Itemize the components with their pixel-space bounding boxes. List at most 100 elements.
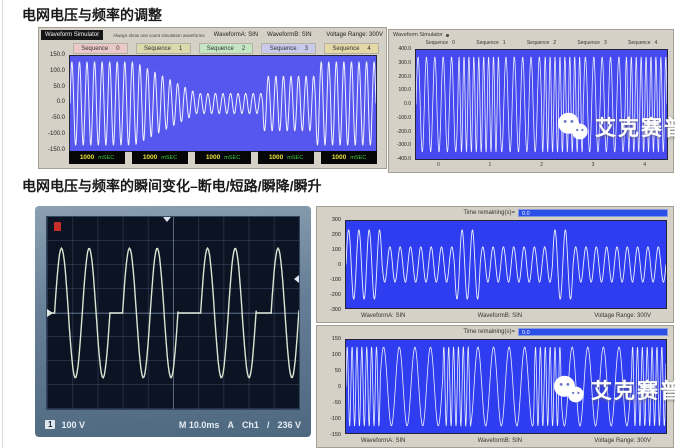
- trigger-readout-group: M 10.0ms A Ch1 / 236 V: [179, 420, 301, 430]
- y-tick: -200.0: [397, 129, 411, 135]
- panel-footer: WaveformA: SIN WaveformB: SIN Voltage Ra…: [345, 436, 667, 446]
- y-tick: 150: [332, 336, 341, 342]
- sequence-number: 4: [367, 46, 370, 52]
- sequence-label: Sequence: [476, 40, 499, 48]
- y-tick: -150: [330, 432, 341, 438]
- sequence-label: Sequence: [426, 40, 449, 48]
- waveform-b-readout: WaveformB: SIN: [478, 438, 522, 444]
- scope-status-bar: 1 100 V M 10.0ms A Ch1 / 236 V: [45, 417, 301, 432]
- sequence-chip-4[interactable]: Sequence 4: [628, 40, 657, 48]
- sequence-label: Sequence: [577, 40, 600, 48]
- sequence-chip-row: Sequence 0 Sequence 1 Sequence 2 Sequenc…: [73, 43, 379, 54]
- sequence-label: Sequence: [332, 46, 359, 52]
- sequence-chip-1[interactable]: Sequence 1: [136, 43, 191, 54]
- waveform-a-readout: WaveformA: SIN: [361, 313, 405, 319]
- sequence-label: Sequence: [144, 46, 171, 52]
- y-tick: -100: [330, 277, 341, 283]
- screenshot-waveform-simulator-right: Waveform Simulator Sequence 0 Sequence 1…: [388, 29, 674, 173]
- sequence-label: Sequence: [527, 40, 550, 48]
- heading-transient-changes: 电网电压与频率的瞬间变化–断电/短路/瞬降/瞬升: [22, 176, 321, 196]
- simulator-title: Waveform Simulator: [393, 32, 449, 38]
- sequence-label-row: Sequence 0 Sequence 1 Sequence 2 Sequenc…: [415, 40, 668, 48]
- y-tick: 300.0: [398, 60, 411, 66]
- time-unit: mSEC: [224, 155, 240, 161]
- time-value: 1000: [332, 154, 346, 161]
- y-tick: 100: [332, 352, 341, 358]
- channel-badge: 1: [45, 420, 55, 429]
- y-tick: -300.0: [397, 142, 411, 148]
- app-title-badge: Waveform Simulator: [41, 30, 103, 40]
- y-tick: -400.0: [397, 156, 411, 162]
- y-tick: 200: [332, 232, 341, 238]
- watermark-text: 艾克赛普: [595, 112, 675, 142]
- trigger-level-readout: 236 V: [277, 420, 301, 430]
- trigger-source: Ch1: [242, 420, 259, 430]
- y-tick: 100.0: [50, 68, 65, 74]
- sequence-chip-2[interactable]: Sequence 2: [527, 40, 556, 48]
- article-page: 电网电压与频率的调整 Waveform Simulator Always sho…: [0, 0, 675, 448]
- sequence-time-box-2[interactable]: 1000 mSEC: [195, 151, 251, 164]
- x-tick: 0: [437, 162, 440, 170]
- oscilloscope-photo: 1 100 V M 10.0ms A Ch1 / 236 V: [35, 206, 311, 437]
- page-left-border: [2, 0, 3, 448]
- acquisition-mode: A: [227, 420, 234, 430]
- panel-footer: WaveformA: SIN WaveformB: SIN Voltage Ra…: [345, 311, 667, 321]
- time-remaining-label: Time remaining(s)=: [463, 329, 515, 335]
- sequence-time-box-3[interactable]: 1000 mSEC: [258, 151, 314, 164]
- waveform-b-readout: WaveformB: SIN: [267, 32, 311, 38]
- simulator-header: Waveform Simulator Always show one count…: [41, 29, 383, 41]
- simulator-subtitle: Always show one count simulation wavefor…: [113, 33, 205, 38]
- sequence-chip-1[interactable]: Sequence 1: [476, 40, 505, 48]
- time-unit: mSEC: [287, 155, 303, 161]
- y-axis-ticks: 300 200 100 0 -100 -200 -300: [319, 217, 343, 313]
- wechat-icon: [556, 112, 590, 142]
- time-unit: mSEC: [350, 155, 366, 161]
- y-tick: -100: [330, 416, 341, 422]
- sequence-time-box-0[interactable]: 1000 mSEC: [69, 151, 125, 164]
- y-axis-ticks: 400.0 300.0 200.0 100.0 0.0 -100.0 -200.…: [391, 46, 413, 162]
- time-value: 1000: [80, 154, 94, 161]
- y-axis-ticks: 150.0 100.0 50.0 0.0 -50.0 -100.0 -150.0: [41, 52, 67, 153]
- sequence-number: 1: [179, 46, 182, 52]
- time-remaining-field[interactable]: 0.0: [518, 328, 668, 336]
- status-dot-icon: [446, 34, 449, 37]
- time-value: 1000: [143, 154, 157, 161]
- heading-voltage-frequency-adjustment: 电网电压与频率的调整: [22, 5, 162, 25]
- waveform-a-readout: WaveformA: SIN: [214, 32, 258, 38]
- voltage-range-readout: Voltage Range: 300V: [594, 438, 651, 444]
- sequence-chip-4[interactable]: Sequence 4: [324, 43, 379, 54]
- watermark-text: 艾克赛普: [591, 375, 675, 405]
- y-tick: -200: [330, 292, 341, 298]
- time-remaining-row: Time remaining(s)= 0.0: [463, 328, 668, 336]
- sequence-chip-0[interactable]: Sequence 0: [426, 40, 455, 48]
- sequence-chip-2[interactable]: Sequence 2: [199, 43, 254, 54]
- voltage-range-readout: Voltage Range: 300V: [594, 313, 651, 319]
- x-axis-ticks: 0 1 2 3 4: [415, 162, 668, 170]
- sequence-chip-0[interactable]: Sequence 0: [73, 43, 128, 54]
- time-remaining-row: Time remaining(s)= 0.0: [463, 209, 668, 217]
- sequence-chip-3[interactable]: Sequence 3: [577, 40, 606, 48]
- sequence-chip-3[interactable]: Sequence 3: [261, 43, 316, 54]
- x-tick: 3: [592, 162, 595, 170]
- sequence-number: 2: [242, 46, 245, 52]
- sequence-time-box-1[interactable]: 1000 mSEC: [132, 151, 188, 164]
- scope-screen: [46, 216, 300, 410]
- y-tick: -100.0: [397, 115, 411, 121]
- sag-swell-waveform-plot: [345, 220, 667, 309]
- time-unit: mSEC: [98, 155, 114, 161]
- y-tick: 0.0: [57, 99, 65, 105]
- watermark: 艾克赛普: [556, 112, 675, 142]
- x-tick: 2: [540, 162, 543, 170]
- waveform-a-readout: WaveformA: SIN: [361, 438, 405, 444]
- y-tick: 0.0: [404, 101, 411, 107]
- waveform-b-readout: WaveformB: SIN: [478, 313, 522, 319]
- frequency-waveform-plot: [415, 49, 668, 160]
- watermark: 艾克赛普: [552, 375, 675, 405]
- screenshot-waveform-simulator-left: Waveform Simulator Always show one count…: [38, 27, 387, 169]
- time-remaining-field[interactable]: 0.0: [518, 209, 668, 217]
- sequence-number: 1: [503, 40, 506, 48]
- y-tick: 400.0: [398, 46, 411, 52]
- y-tick: 100.0: [398, 87, 411, 93]
- sequence-label: Sequence: [270, 46, 297, 52]
- sequence-time-box-4[interactable]: 1000 mSEC: [321, 151, 377, 164]
